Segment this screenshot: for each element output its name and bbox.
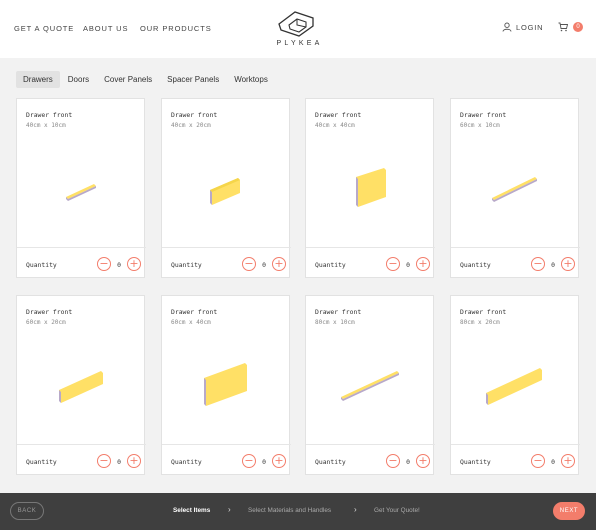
tab-drawers[interactable]: Drawers: [16, 71, 60, 88]
product-card: Drawer front 60cm x 10cm Quantity − 0 +: [450, 98, 580, 279]
decrease-quantity-button[interactable]: −: [386, 454, 400, 468]
step-select-items: Select Items: [173, 507, 211, 514]
step-select-materials: Select Materials and Handles: [248, 507, 332, 514]
increase-quantity-button[interactable]: +: [416, 454, 430, 468]
step-get-quote: Get Your Quote!: [374, 507, 420, 514]
tab-doors[interactable]: Doors: [61, 71, 96, 88]
drawer-panel-image: [210, 178, 240, 205]
tab-spacer-panels[interactable]: Spacer Panels: [160, 71, 226, 88]
decrease-quantity-button[interactable]: −: [386, 257, 400, 271]
quantity-row: Quantity − 0 +: [451, 247, 580, 279]
site-header: GET A QUOTE ABOUT US OUR PRODUCTS PLYKEA…: [0, 0, 596, 58]
quantity-row: Quantity − 0 +: [17, 247, 146, 279]
product-title: Drawer front: [171, 111, 218, 119]
quantity-row: Quantity − 0 +: [162, 247, 291, 279]
decrease-quantity-button[interactable]: −: [242, 454, 256, 468]
quantity-label: Quantity: [26, 261, 57, 269]
nav-about-us[interactable]: ABOUT US: [83, 24, 128, 33]
product-title: Drawer front: [315, 308, 362, 316]
quantity-label: Quantity: [460, 458, 491, 466]
cart-button[interactable]: 0: [558, 22, 583, 32]
user-icon: [502, 22, 512, 32]
decrease-quantity-button[interactable]: −: [97, 257, 111, 271]
tab-worktops[interactable]: Worktops: [227, 71, 275, 88]
drawer-panel-image: [341, 371, 399, 401]
product-card: Drawer front 80cm x 10cm Quantity − 0 +: [305, 295, 435, 476]
quantity-value: 0: [117, 261, 121, 269]
cart-icon: [558, 22, 568, 32]
drawer-panel-image: [492, 177, 537, 202]
product-title: Drawer front: [171, 308, 218, 316]
product-size: 80cm x 10cm: [315, 319, 355, 326]
quantity-value: 0: [262, 261, 266, 269]
quantity-value: 0: [551, 261, 555, 269]
quantity-row: Quantity − 0 +: [451, 444, 580, 476]
product-title: Drawer front: [315, 111, 362, 119]
product-card: Drawer front 60cm x 40cm Quantity − 0 +: [161, 295, 291, 476]
product-title: Drawer front: [460, 308, 507, 316]
quantity-value: 0: [117, 458, 121, 466]
quantity-row: Quantity − 0 +: [306, 247, 435, 279]
quantity-value: 0: [406, 261, 410, 269]
drawer-panel-image: [356, 168, 386, 207]
quantity-label: Quantity: [315, 458, 346, 466]
quantity-label: Quantity: [26, 458, 57, 466]
quantity-label: Quantity: [171, 261, 202, 269]
nav-our-products[interactable]: OUR PRODUCTS: [140, 24, 212, 33]
chevron-right-icon: ›: [354, 505, 357, 514]
product-card: Drawer front 40cm x 20cm Quantity − 0 +: [161, 98, 291, 279]
product-title: Drawer front: [26, 308, 73, 316]
next-button[interactable]: NEXT: [553, 502, 585, 520]
nav-get-a-quote[interactable]: GET A QUOTE: [14, 24, 74, 33]
tab-cover-panels[interactable]: Cover Panels: [97, 71, 159, 88]
plykea-logo[interactable]: PLYKEA: [270, 8, 326, 47]
quantity-row: Quantity − 0 +: [17, 444, 146, 476]
decrease-quantity-button[interactable]: −: [242, 257, 256, 271]
drawer-panel-image: [66, 184, 96, 201]
product-size: 40cm x 20cm: [171, 122, 211, 129]
product-size: 60cm x 40cm: [171, 319, 211, 326]
product-card: Drawer front 80cm x 20cm Quantity − 0 +: [450, 295, 580, 476]
increase-quantity-button[interactable]: +: [272, 454, 286, 468]
wizard-footer: BACK Select Items › Select Materials and…: [0, 493, 596, 530]
chevron-right-icon: ›: [228, 505, 231, 514]
increase-quantity-button[interactable]: +: [127, 454, 141, 468]
decrease-quantity-button[interactable]: −: [531, 454, 545, 468]
quantity-row: Quantity − 0 +: [306, 444, 435, 476]
increase-quantity-button[interactable]: +: [416, 257, 430, 271]
drawer-panel-image: [59, 371, 103, 403]
increase-quantity-button[interactable]: +: [272, 257, 286, 271]
quantity-row: Quantity − 0 +: [162, 444, 291, 476]
product-size: 40cm x 40cm: [315, 122, 355, 129]
quantity-value: 0: [262, 458, 266, 466]
product-title: Drawer front: [460, 111, 507, 119]
product-size: 60cm x 10cm: [460, 122, 500, 129]
increase-quantity-button[interactable]: +: [127, 257, 141, 271]
product-card: Drawer front 60cm x 20cm Quantity − 0 +: [16, 295, 146, 476]
cart-count-badge: 0: [573, 22, 583, 32]
login-label: LOGIN: [516, 22, 544, 32]
product-size: 60cm x 20cm: [26, 319, 66, 326]
category-tabs: Drawers Doors Cover Panels Spacer Panels…: [16, 71, 276, 88]
drawer-panel-image: [204, 363, 247, 406]
logo-mark-icon: [278, 11, 314, 37]
product-card: Drawer front 40cm x 10cm Quantity − 0 +: [16, 98, 146, 279]
quantity-label: Quantity: [460, 261, 491, 269]
brand-name: PLYKEA: [276, 40, 323, 47]
login-link[interactable]: LOGIN: [502, 22, 543, 32]
product-size: 80cm x 20cm: [460, 319, 500, 326]
product-size: 40cm x 10cm: [26, 122, 66, 129]
increase-quantity-button[interactable]: +: [561, 454, 575, 468]
quantity-value: 0: [551, 458, 555, 466]
increase-quantity-button[interactable]: +: [561, 257, 575, 271]
quantity-label: Quantity: [315, 261, 346, 269]
back-button[interactable]: BACK: [10, 502, 44, 520]
drawer-panel-image: [486, 368, 542, 405]
product-card: Drawer front 40cm x 40cm Quantity − 0 +: [305, 98, 435, 279]
product-title: Drawer front: [26, 111, 73, 119]
decrease-quantity-button[interactable]: −: [97, 454, 111, 468]
quantity-value: 0: [406, 458, 410, 466]
decrease-quantity-button[interactable]: −: [531, 257, 545, 271]
quantity-label: Quantity: [171, 458, 202, 466]
